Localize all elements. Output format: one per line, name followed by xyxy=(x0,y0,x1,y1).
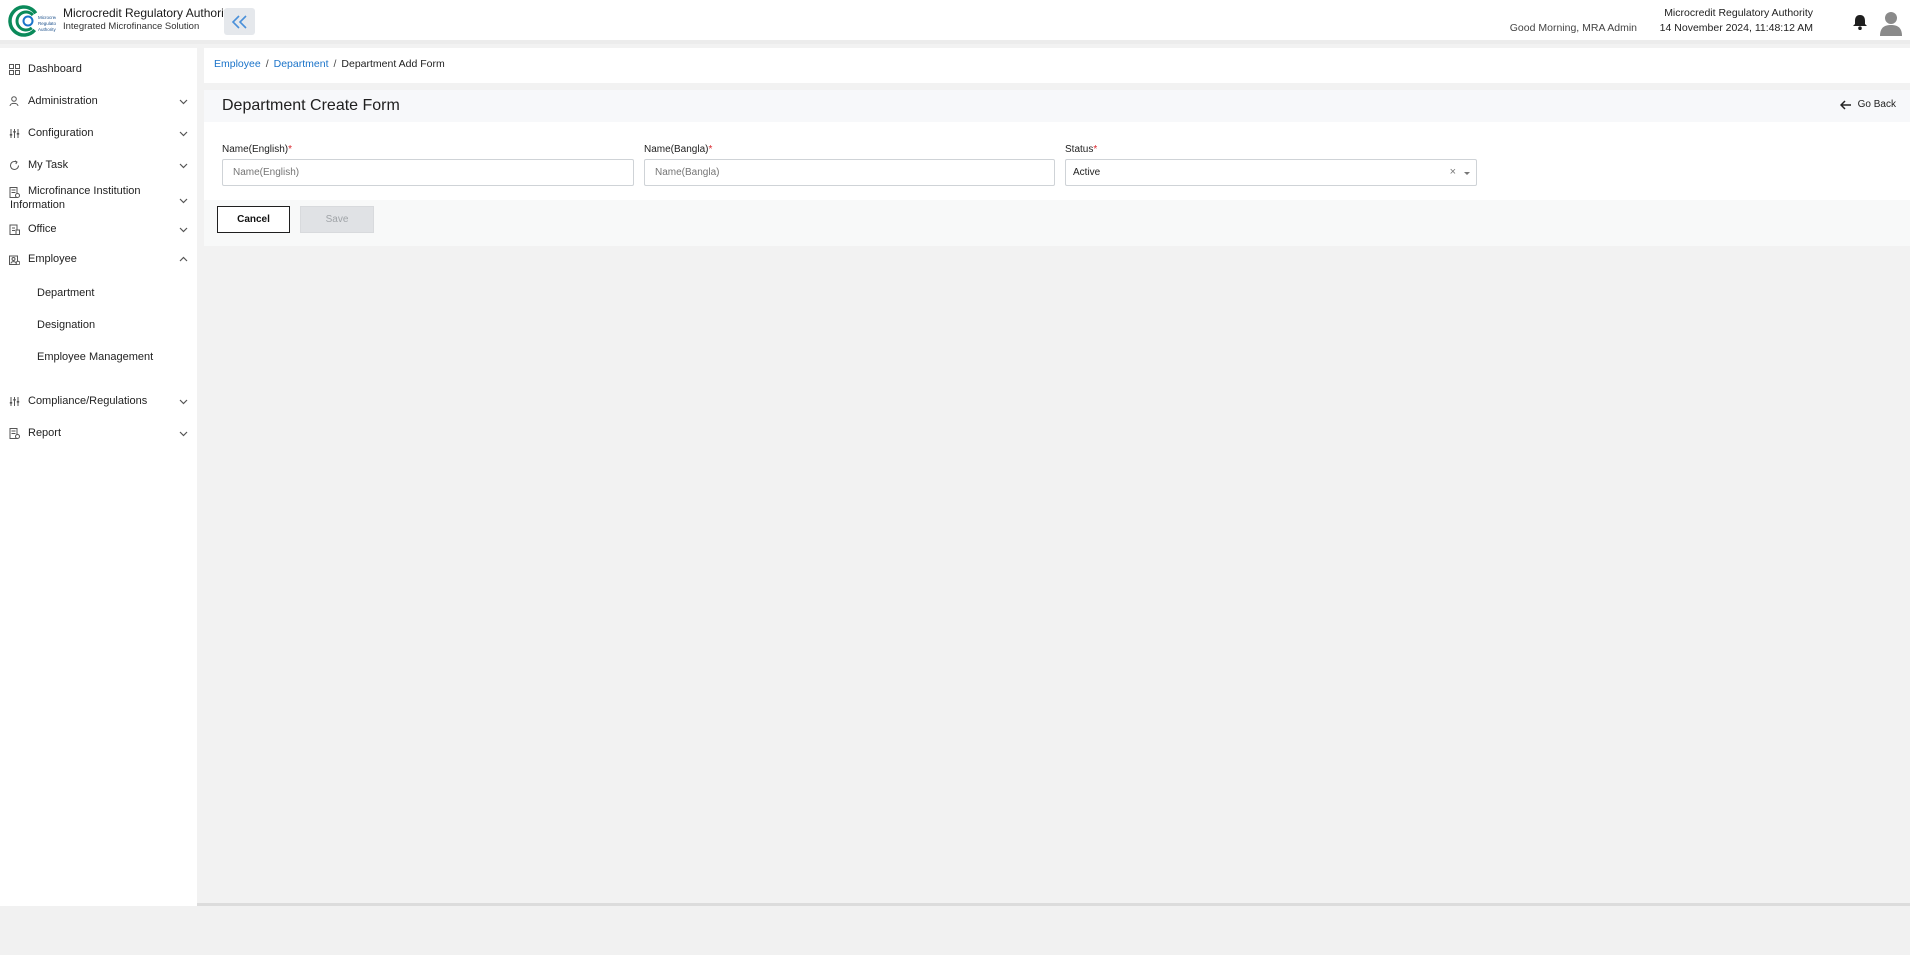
sidebar-item-microfinance-institution[interactable]: Microfinance Institution Information xyxy=(0,185,197,215)
status-select[interactable]: Active × xyxy=(1065,159,1477,186)
chevron-down-icon xyxy=(179,399,188,404)
sidebar-subitem-department[interactable]: Department xyxy=(37,287,94,299)
sidebar-item-my-task[interactable]: My Task xyxy=(0,154,197,176)
sidebar-item-label-line2: Information xyxy=(10,199,66,211)
breadcrumb-link-department[interactable]: Department xyxy=(274,58,329,70)
bell-icon[interactable] xyxy=(1850,13,1870,31)
mra-logo: Microcredit Regulatory Authority xyxy=(8,5,56,37)
sidebar-item-office[interactable]: Office xyxy=(0,218,197,240)
building-icon xyxy=(9,224,20,235)
breadcrumb-link-employee[interactable]: Employee xyxy=(214,58,261,70)
page-title-bar: Department Create Form Go Back xyxy=(204,90,1910,122)
sidebar-subitem-designation[interactable]: Designation xyxy=(37,319,95,331)
sidebar-subitem-employee-management[interactable]: Employee Management xyxy=(37,351,153,363)
chevron-down-icon xyxy=(179,198,188,204)
breadcrumb-current: Department Add Form xyxy=(341,58,445,70)
report-icon xyxy=(9,427,20,439)
name-bangla-label: Name(Bangla)* xyxy=(644,144,712,155)
go-back-label: Go Back xyxy=(1857,99,1896,110)
footer-area xyxy=(0,906,1910,955)
brand-title: Microcredit Regulatory Authority xyxy=(63,6,234,20)
grid-icon xyxy=(9,63,20,75)
go-back-button[interactable]: Go Back xyxy=(1839,99,1896,110)
sliders-icon xyxy=(9,128,20,138)
sidebar-item-configuration[interactable]: Configuration xyxy=(0,122,197,144)
required-mark: * xyxy=(288,144,293,155)
status-selected-value: Active xyxy=(1073,167,1101,178)
document-icon xyxy=(9,187,20,198)
user-avatar-icon[interactable] xyxy=(1879,10,1903,36)
sidebar-item-compliance[interactable]: Compliance/Regulations xyxy=(0,390,197,412)
arrow-left-icon xyxy=(1839,99,1851,110)
save-button[interactable]: Save xyxy=(300,206,374,233)
sidebar-item-label: Office xyxy=(28,223,57,235)
name-bangla-input[interactable] xyxy=(644,159,1055,186)
breadcrumb-separator: / xyxy=(333,58,337,70)
status-label-text: Status xyxy=(1065,144,1094,155)
name-english-label: Name(English)* xyxy=(222,144,292,155)
sidebar-item-label: Administration xyxy=(28,95,98,107)
chevron-down-icon xyxy=(179,131,188,136)
page-title: Department Create Form xyxy=(222,97,400,114)
sidebar-item-employee[interactable]: Employee xyxy=(0,248,197,270)
sidebar-item-report[interactable]: Report xyxy=(0,422,197,444)
sidebar-item-label: Compliance/Regulations xyxy=(28,395,148,407)
form-actions-bar xyxy=(204,200,1910,246)
svg-text:Regulatory: Regulatory xyxy=(38,21,56,26)
breadcrumb-bar: Employee / Department / Department Add F… xyxy=(204,48,1910,83)
header-org-name: Microcredit Regulatory Authority xyxy=(1664,7,1813,19)
breadcrumb: Employee / Department / Department Add F… xyxy=(214,58,445,70)
chevron-down-icon xyxy=(179,99,188,104)
name-english-input[interactable] xyxy=(222,159,634,186)
required-mark: * xyxy=(708,144,713,155)
sidebar-item-dashboard[interactable]: Dashboard xyxy=(0,58,197,80)
cancel-button[interactable]: Cancel xyxy=(217,206,290,233)
clear-selection-icon[interactable]: × xyxy=(1450,166,1456,178)
employee-icon xyxy=(9,255,20,265)
chevron-up-icon xyxy=(179,256,188,261)
chevron-down-icon xyxy=(179,227,188,232)
header-datetime: 14 November 2024, 11:48:12 AM xyxy=(1659,22,1813,34)
name-english-label-text: Name(English) xyxy=(222,144,289,155)
greeting-text: Good Morning, MRA Admin xyxy=(1509,22,1637,34)
caret-down-icon[interactable] xyxy=(1464,172,1470,175)
breadcrumb-separator: / xyxy=(265,58,269,70)
refresh-icon xyxy=(10,159,19,170)
sidebar-collapse-button[interactable] xyxy=(224,8,255,35)
required-mark: * xyxy=(1093,144,1098,155)
top-header: Microcredit Regulatory Authority Microcr… xyxy=(0,0,1910,44)
status-label: Status* xyxy=(1065,144,1097,155)
sidebar: Dashboard Administration Configuration M… xyxy=(0,48,197,906)
sliders-icon xyxy=(9,396,20,406)
sidebar-item-label: Dashboard xyxy=(28,63,82,75)
svg-text:Microcredit: Microcredit xyxy=(38,15,56,20)
sidebar-item-label: Microfinance Institution xyxy=(28,185,141,197)
name-bangla-label-text: Name(Bangla) xyxy=(644,144,709,155)
sidebar-item-administration[interactable]: Administration xyxy=(0,90,197,112)
chevron-down-icon xyxy=(179,431,188,436)
sidebar-item-label: Configuration xyxy=(28,127,94,139)
svg-text:Authority: Authority xyxy=(38,27,56,32)
chevron-down-icon xyxy=(179,163,188,168)
double-chevron-left-icon xyxy=(231,14,247,29)
brand-subtitle: Integrated Microfinance Solution xyxy=(63,21,200,32)
sidebar-item-label: Report xyxy=(28,427,62,439)
sidebar-item-label: Employee xyxy=(28,253,77,265)
users-icon xyxy=(9,95,19,106)
sidebar-item-label: My Task xyxy=(28,159,69,171)
